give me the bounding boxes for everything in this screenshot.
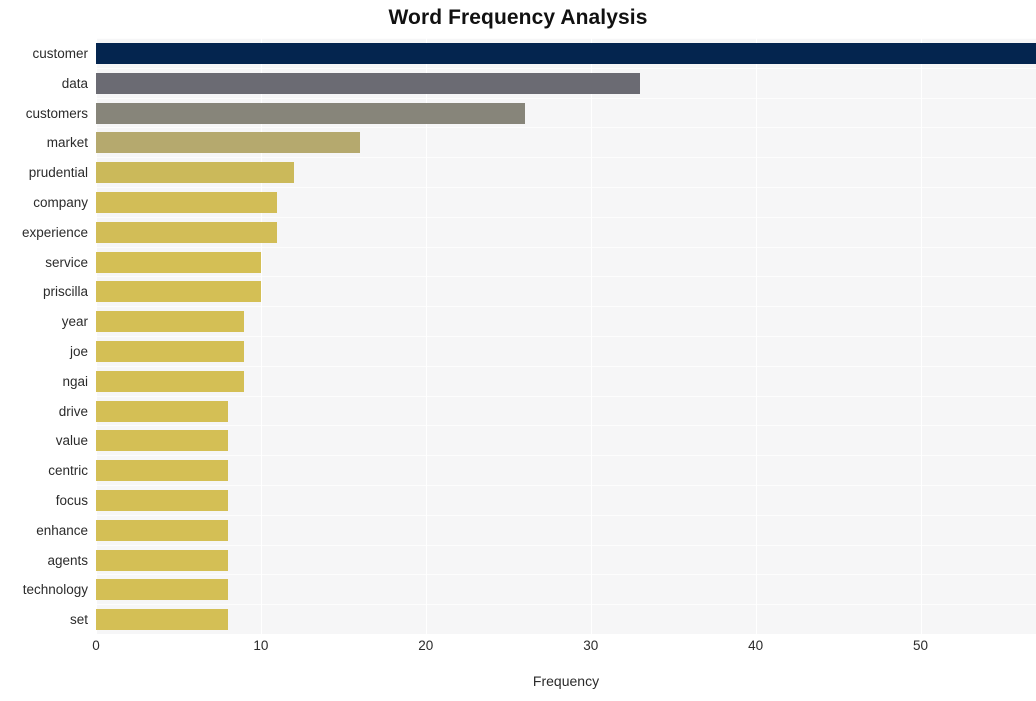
bar	[96, 252, 261, 273]
bar	[96, 73, 640, 94]
y-axis-tick-label: prudential	[28, 164, 88, 180]
gridline-horizontal	[96, 38, 1036, 39]
gridline-horizontal	[96, 127, 1036, 128]
bar	[96, 401, 228, 422]
bar	[96, 192, 277, 213]
gridline-horizontal	[96, 187, 1036, 188]
gridline-horizontal	[96, 604, 1036, 605]
gridline-horizontal	[96, 217, 1036, 218]
x-axis-tick-label: 30	[583, 638, 599, 653]
gridline-horizontal	[96, 306, 1036, 307]
y-axis-tick-label: market	[46, 134, 88, 150]
bar	[96, 311, 244, 332]
gridline-horizontal	[96, 336, 1036, 337]
bar	[96, 43, 1036, 64]
y-axis-tick-label: enhance	[36, 522, 88, 538]
y-axis-tick-label: value	[55, 432, 88, 448]
gridline-vertical	[590, 38, 592, 634]
y-axis-tick-label: ngai	[62, 373, 88, 389]
gridline-horizontal	[96, 247, 1036, 248]
y-axis-tick-label: service	[45, 254, 88, 270]
bar	[96, 430, 228, 451]
y-axis-tick-label: joe	[69, 343, 88, 359]
x-axis-label: Frequency	[532, 673, 600, 689]
bar	[96, 520, 228, 541]
y-axis-tick-label: company	[33, 194, 88, 210]
chart-figure: Word Frequency Analysis customer data cust…	[0, 0, 1036, 701]
x-axis-tick-label: 10	[253, 638, 269, 653]
bar	[96, 490, 228, 511]
gridline-horizontal	[96, 515, 1036, 516]
bar	[96, 341, 244, 362]
bar	[96, 162, 294, 183]
bar	[96, 371, 244, 392]
gridline-vertical	[96, 38, 97, 634]
gridline-vertical	[755, 38, 757, 634]
bar	[96, 222, 277, 243]
y-axis-tick-label: agents	[47, 552, 88, 568]
gridline-vertical	[260, 38, 262, 634]
gridline-horizontal	[96, 425, 1036, 426]
gridline-horizontal	[96, 455, 1036, 456]
gridline-horizontal	[96, 276, 1036, 277]
gridline-horizontal	[96, 98, 1036, 99]
bar	[96, 460, 228, 481]
x-axis-tick-label: 0	[92, 638, 100, 653]
bar	[96, 103, 525, 124]
y-axis-tick-label: data	[61, 75, 88, 91]
y-axis-tick-label: focus	[55, 492, 88, 508]
bar	[96, 609, 228, 630]
y-axis-tick-label: customer	[32, 45, 88, 61]
bar	[96, 550, 228, 571]
x-axis-tick-labels: 0 10 20 30 40 50	[92, 634, 1036, 662]
gridline-horizontal	[96, 485, 1036, 486]
y-axis-tick-label: experience	[21, 224, 88, 240]
plot-area	[96, 38, 1036, 634]
y-axis-tick-label: centric	[48, 462, 88, 478]
x-axis-tick-label: 20	[418, 638, 434, 653]
gridline-horizontal	[96, 574, 1036, 575]
y-axis-tick-labels: customer data customers market prudential com…	[0, 38, 96, 634]
bar	[96, 281, 261, 302]
x-axis-tick-label: 40	[748, 638, 764, 653]
y-axis-tick-label: year	[61, 313, 88, 329]
gridline-horizontal	[96, 366, 1036, 367]
gridline-vertical	[920, 38, 922, 634]
gridline-vertical	[425, 38, 427, 634]
y-axis-tick-label: technology	[22, 581, 88, 597]
gridline-horizontal	[96, 68, 1036, 69]
x-axis-tick-label: 50	[913, 638, 929, 653]
bar	[96, 132, 360, 153]
gridline-horizontal	[96, 545, 1036, 546]
y-axis-tick-label: priscilla	[42, 283, 88, 299]
gridline-horizontal	[96, 396, 1036, 397]
y-axis-tick-label: set	[69, 611, 88, 627]
bar	[96, 579, 228, 600]
page-title: Word Frequency Analysis	[388, 6, 648, 29]
y-axis-tick-label: customers	[25, 105, 88, 121]
y-axis-tick-label: drive	[58, 403, 88, 419]
gridline-horizontal	[96, 157, 1036, 158]
